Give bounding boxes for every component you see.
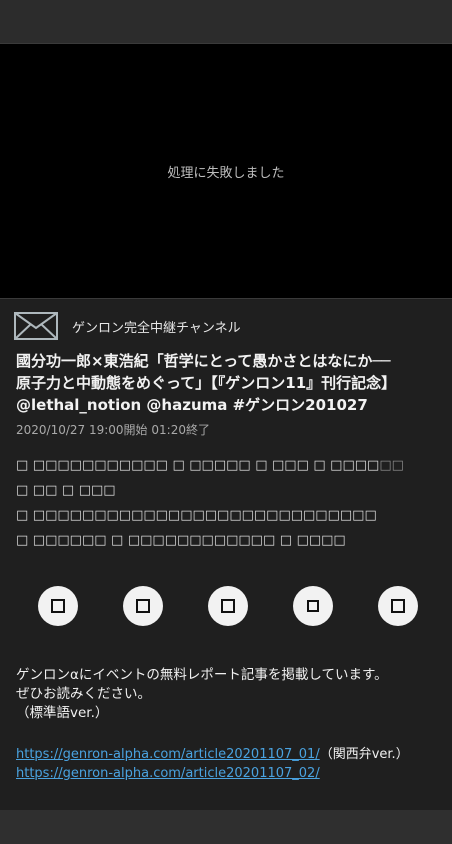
mail-envelope-icon [14,312,58,340]
description-line: ゲンロンαにイベントの無料レポート記事を掲載しています。 [16,667,388,683]
link-suffix: （関西弁ver.） [319,747,409,762]
program-title: 國分功一郎×東浩紀「哲学にとって愚かさとはなにか── 原子力と中動態をめぐって」… [16,350,440,416]
channel-name: ゲンロン完全中継チャンネル [72,320,241,336]
tag-text-faded: □□ [379,458,404,473]
program-title-line: 原子力と中動態をめぐって」【『ゲンロン11』刊行記念】 [16,374,397,392]
share-link-button[interactable] [378,586,418,626]
player-error-message: 処理に失敗しました [167,165,285,181]
article-link-1[interactable]: https://genron-alpha.com/article20201107… [16,747,320,762]
top-bar [0,0,452,44]
tag-text[interactable]: □ □□□□□□□□□□□ □ □□□□□ □ □□□ □ □□□□ [16,458,379,473]
bottom-bar [0,810,452,844]
article-link-2[interactable]: https://genron-alpha.com/article20201107… [16,766,320,781]
share-facebook-button[interactable] [123,586,163,626]
description-line: （標準語ver.） [16,705,109,721]
tag-line[interactable]: □ □□□□□□□□□□□□□□□□□□□□□□□□□□□□ [16,503,446,528]
divider [0,298,452,299]
program-title-line: @lethal_notion @hazuma #ゲンロン201027 [16,396,368,414]
share-link-icon [391,599,405,613]
description-line: ぜひお読みください。 [16,686,151,702]
tag-list: □ □□□□□□□□□□□ □ □□□□□ □ □□□ □ □□□□□□ □ □… [16,453,446,553]
share-buttons [38,586,418,626]
share-twitter-icon [51,599,65,613]
share-line-icon [221,599,235,613]
program-time: 2020/10/27 19:00開始 01:20終了 [16,423,210,437]
tag-line[interactable]: □ □□ □ □□□ [16,478,446,503]
tag-line[interactable]: □ □□□□□□ □ □□□□□□□□□□□□ □ □□□□ [16,528,446,553]
share-twitter-button[interactable] [38,586,78,626]
tag-line[interactable]: □ □□□□□□□□□□□ □ □□□□□ □ □□□ □ □□□□□□ [16,453,446,478]
share-hatena-button[interactable] [293,586,333,626]
channel-link[interactable]: ゲンロン完全中継チャンネル [14,312,241,340]
video-player[interactable]: 処理に失敗しました [0,44,452,298]
program-description: ゲンロンαにイベントの無料レポート記事を掲載しています。 ぜひお読みください。 … [16,666,446,723]
share-facebook-icon [136,599,150,613]
program-title-line: 國分功一郎×東浩紀「哲学にとって愚かさとはなにか── [16,352,391,370]
description-links: https://genron-alpha.com/article20201107… [16,745,446,783]
share-line-button[interactable] [208,586,248,626]
share-hatena-icon [307,600,319,612]
